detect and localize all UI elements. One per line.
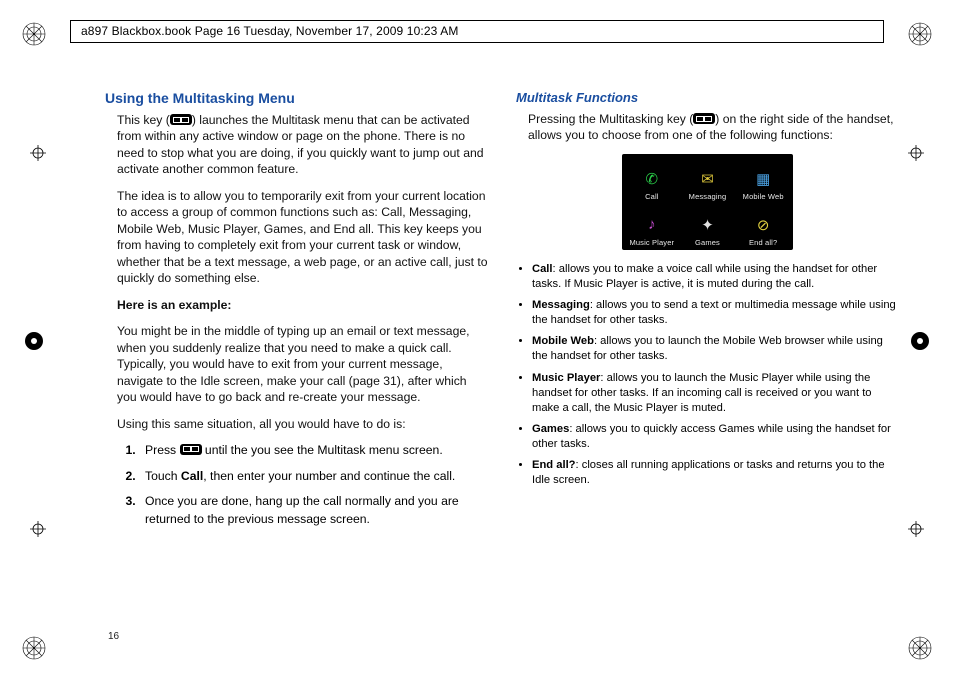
page-number: 16 bbox=[108, 631, 119, 642]
end-all-icon: ⊘ bbox=[752, 214, 774, 236]
function-name: Messaging bbox=[532, 299, 590, 311]
function-name: Call bbox=[532, 263, 553, 275]
cropmark-disc-icon bbox=[20, 327, 48, 355]
menu-cell-end-all: ⊘ End all? bbox=[736, 203, 790, 247]
multitask-menu-graphic: ✆ Call ✉ Messaging ▦ Mobile Web ♪ Music Play… bbox=[622, 154, 793, 250]
text: Touch bbox=[145, 469, 181, 483]
cropmark-cross-icon bbox=[908, 521, 924, 537]
cropmark-cross-icon bbox=[30, 145, 46, 161]
menu-cell-games: ✦ Games bbox=[681, 203, 735, 247]
menu-label: Games bbox=[695, 238, 720, 247]
cropmark-disc-icon bbox=[906, 327, 934, 355]
step-item: Touch Call, then enter your number and c… bbox=[139, 468, 488, 486]
function-name: Music Player bbox=[532, 372, 600, 384]
text: This key ( bbox=[117, 113, 170, 127]
menu-label: Call bbox=[645, 192, 659, 201]
paragraph: You might be in the middle of typing up … bbox=[117, 323, 488, 405]
text: until the you see the Multitask menu scr… bbox=[202, 443, 443, 457]
function-item: End all?: closes all running application… bbox=[532, 458, 899, 488]
cropmark-cross-icon bbox=[30, 521, 46, 537]
text: Call bbox=[181, 469, 203, 483]
page-content: Using the Multitasking Menu This key () … bbox=[105, 90, 899, 622]
menu-label: Mobile Web bbox=[743, 192, 784, 201]
function-item: Call: allows you to make a voice call wh… bbox=[532, 262, 899, 292]
paragraph: This key () launches the Multitask menu … bbox=[117, 112, 488, 178]
multitask-key-icon bbox=[180, 444, 202, 455]
paragraph: Using this same situation, all you would… bbox=[117, 416, 488, 432]
subsection-heading: Multitask Functions bbox=[516, 90, 899, 105]
cropmark-star-icon bbox=[906, 634, 934, 662]
text: , then enter your number and continue th… bbox=[203, 469, 455, 483]
menu-label: Messaging bbox=[689, 192, 727, 201]
cropmark-star-icon bbox=[20, 634, 48, 662]
music-note-icon: ♪ bbox=[641, 214, 663, 236]
step-item: Press until the you see the Multitask me… bbox=[139, 442, 488, 460]
paragraph: The idea is to allow you to temporarily … bbox=[117, 188, 488, 287]
menu-label: End all? bbox=[749, 238, 777, 247]
paragraph: Pressing the Multitasking key () on the … bbox=[528, 111, 899, 144]
example-label: Here is an example: bbox=[117, 297, 488, 313]
frame-header: a897 Blackbox.book Page 16 Tuesday, Nove… bbox=[70, 20, 884, 43]
functions-list: Call: allows you to make a voice call wh… bbox=[518, 262, 899, 488]
function-desc: : allows you to quickly access Games whi… bbox=[532, 423, 891, 450]
steps-list: Press until the you see the Multitask me… bbox=[117, 442, 488, 529]
function-item: Music Player: allows you to launch the M… bbox=[532, 371, 899, 416]
menu-cell-messaging: ✉ Messaging bbox=[681, 157, 735, 201]
menu-cell-music: ♪ Music Player bbox=[625, 203, 679, 247]
text: Pressing the Multitasking key ( bbox=[528, 112, 693, 126]
function-item: Mobile Web: allows you to launch the Mob… bbox=[532, 334, 899, 364]
step-item: Once you are done, hang up the call norm… bbox=[139, 493, 488, 528]
menu-label: Music Player bbox=[629, 238, 674, 247]
function-name: Games bbox=[532, 423, 569, 435]
browser-icon: ▦ bbox=[752, 168, 774, 190]
menu-cell-call: ✆ Call bbox=[625, 157, 679, 201]
games-icon: ✦ bbox=[696, 214, 718, 236]
multitask-key-icon bbox=[693, 113, 715, 124]
section-heading: Using the Multitasking Menu bbox=[105, 90, 488, 106]
function-name: Mobile Web bbox=[532, 335, 594, 347]
function-item: Messaging: allows you to send a text or … bbox=[532, 298, 899, 328]
function-desc: : closes all running applications or tas… bbox=[532, 459, 885, 486]
cropmark-star-icon bbox=[906, 20, 934, 48]
function-name: End all? bbox=[532, 459, 576, 471]
function-item: Games: allows you to quickly access Game… bbox=[532, 422, 899, 452]
text: Press bbox=[145, 443, 180, 457]
left-column: Using the Multitasking Menu This key () … bbox=[105, 90, 488, 622]
menu-cell-mobile-web: ▦ Mobile Web bbox=[736, 157, 790, 201]
envelope-icon: ✉ bbox=[696, 168, 718, 190]
multitask-key-icon bbox=[170, 114, 192, 125]
right-column: Multitask Functions Pressing the Multita… bbox=[516, 90, 899, 622]
cropmark-cross-icon bbox=[908, 145, 924, 161]
function-desc: : allows you to make a voice call while … bbox=[532, 263, 877, 290]
cropmark-star-icon bbox=[20, 20, 48, 48]
phone-icon: ✆ bbox=[641, 168, 663, 190]
